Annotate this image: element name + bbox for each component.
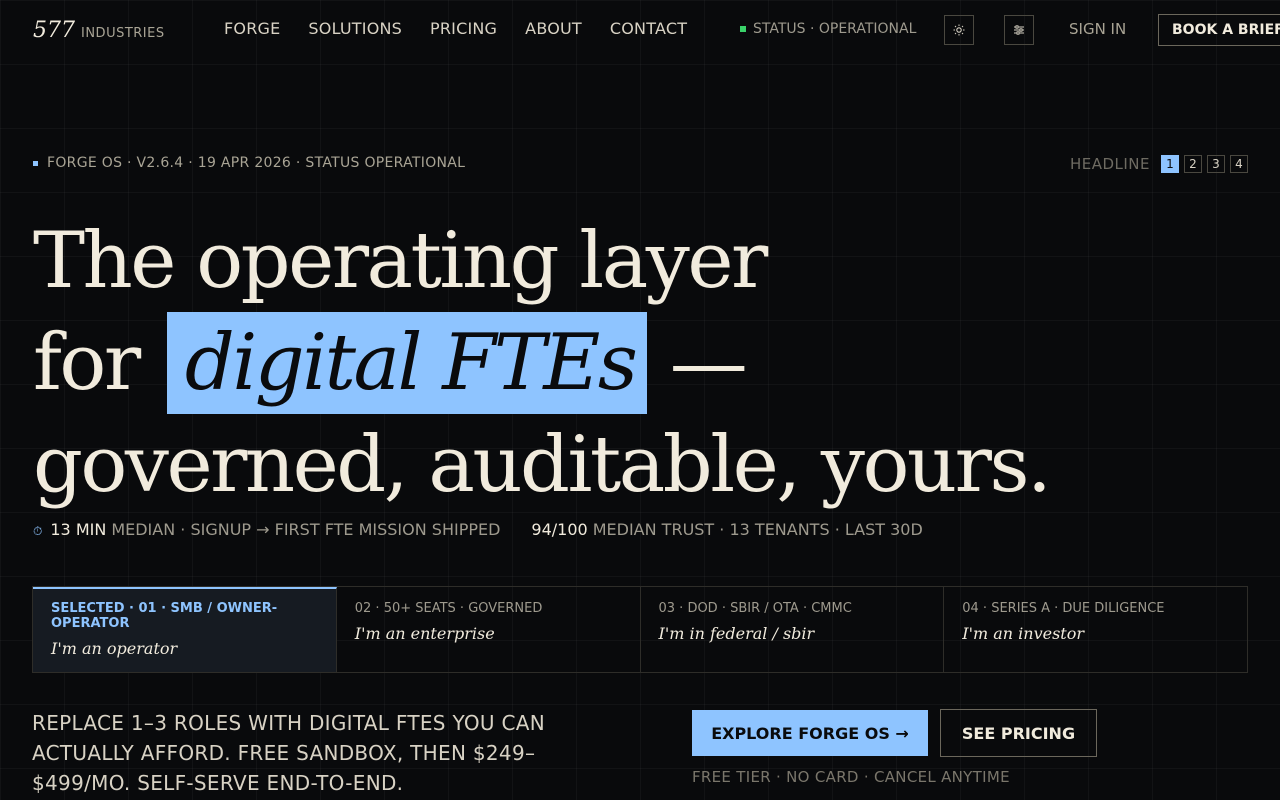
meta-square-icon bbox=[33, 160, 38, 166]
hero-line-3: governed, auditable, yours. bbox=[33, 420, 1052, 510]
nav-links: Forge Solutions Pricing About Contact bbox=[224, 19, 687, 38]
settings-button[interactable] bbox=[1004, 15, 1034, 45]
nav-link-pricing[interactable]: Pricing bbox=[430, 19, 497, 38]
clock-icon: ⏱ bbox=[33, 524, 43, 538]
headline-option-2[interactable]: 2 bbox=[1184, 155, 1202, 173]
headline-option-4[interactable]: 4 bbox=[1230, 155, 1248, 173]
status-indicator: Status · operational bbox=[740, 21, 916, 37]
status-dot-icon bbox=[740, 26, 746, 32]
persona-tabs: selected · 01 · SMB / Owner-Operator I'm… bbox=[32, 586, 1248, 673]
persona-tab-federal[interactable]: 03 · DOD · SBIR / OTA · CMMC I'm in fede… bbox=[641, 587, 945, 672]
logo-number: 577 bbox=[33, 18, 75, 43]
stat-trust-value: 94/100 bbox=[531, 520, 588, 539]
stat-signup-desc: · SIGNUP → FIRST FTE MISSION SHIPPED bbox=[180, 520, 501, 539]
book-briefing-button[interactable]: Book a briefing bbox=[1158, 14, 1280, 46]
nav-link-forge[interactable]: Forge bbox=[224, 19, 280, 38]
persona-tab-meta: 03 · DOD · SBIR / OTA · CMMC bbox=[658, 601, 852, 616]
persona-tab-meta: 04 · Series A · Due diligence bbox=[962, 601, 1165, 616]
see-pricing-button[interactable]: See pricing bbox=[940, 709, 1097, 757]
stat-signup-value: 13 min bbox=[50, 520, 107, 539]
hero-headline: The operating layer for digital FTEs — g… bbox=[33, 210, 1052, 516]
headline-option-3[interactable]: 3 bbox=[1207, 155, 1225, 173]
persona-tab-title: I'm an enterprise bbox=[354, 624, 495, 643]
headline-selector: Headline 1 2 3 4 bbox=[1070, 155, 1248, 173]
persona-tab-enterprise[interactable]: 02 · 50+ seats · Governed I'm an enterpr… bbox=[337, 587, 641, 672]
explore-forge-button[interactable]: Explore Forge OS → bbox=[692, 710, 928, 756]
persona-tab-meta: 02 · 50+ seats · Governed bbox=[354, 601, 543, 616]
sliders-icon bbox=[1014, 25, 1024, 35]
persona-tab-title: I'm an investor bbox=[962, 624, 1085, 643]
sign-in-link[interactable]: Sign in bbox=[1069, 20, 1126, 38]
persona-tab-title: I'm an operator bbox=[51, 639, 178, 658]
nav-link-contact[interactable]: Contact bbox=[610, 19, 687, 38]
pitch-text: Replace 1–3 roles with digital FTEs you … bbox=[32, 711, 546, 795]
hero-line-2: for digital FTEs — bbox=[33, 312, 1049, 414]
persona-tab-operator[interactable]: selected · 01 · SMB / Owner-Operator I'm… bbox=[33, 587, 337, 672]
stat-trust-label: median TRUST bbox=[592, 520, 715, 539]
stats-row: ⏱ 13 min median · SIGNUP → FIRST FTE MIS… bbox=[33, 520, 923, 539]
logo-wordmark: industries bbox=[81, 26, 165, 41]
hero-highlight: digital FTEs bbox=[166, 312, 648, 414]
theme-toggle-button[interactable] bbox=[944, 15, 974, 45]
sun-icon bbox=[953, 24, 965, 36]
nav-link-about[interactable]: About bbox=[525, 19, 582, 38]
persona-tab-meta: selected · 01 · SMB / Owner-Operator bbox=[51, 601, 278, 631]
hero-line-1: The operating layer bbox=[33, 216, 768, 306]
logo[interactable]: 577 industries bbox=[33, 18, 165, 43]
nav-link-solutions[interactable]: Solutions bbox=[308, 19, 402, 38]
persona-tab-title: I'm in federal / sbir bbox=[658, 624, 815, 643]
hero-line-2-post: — bbox=[669, 318, 748, 408]
persona-tab-investor[interactable]: 04 · Series A · Due diligence I'm an inv… bbox=[944, 587, 1247, 672]
cta-note: Free tier · no card · cancel anytime bbox=[692, 768, 1010, 786]
release-meta-text: FORGE OS · V2.6.4 · 19 APR 2026 · STATUS… bbox=[47, 155, 466, 171]
status-text: Status · operational bbox=[753, 21, 917, 37]
headline-option-1[interactable]: 1 bbox=[1161, 155, 1179, 173]
stat-signup-label: median bbox=[111, 520, 176, 539]
headline-label: Headline bbox=[1069, 155, 1150, 173]
hero-line-2-pre: for bbox=[33, 318, 141, 408]
release-meta: FORGE OS · V2.6.4 · 19 APR 2026 · STATUS… bbox=[33, 155, 465, 171]
stat-trust-desc: · 13 tenants · last 30d bbox=[719, 520, 923, 539]
top-nav: 577 industries Forge Solutions Pricing A… bbox=[0, 0, 1280, 60]
